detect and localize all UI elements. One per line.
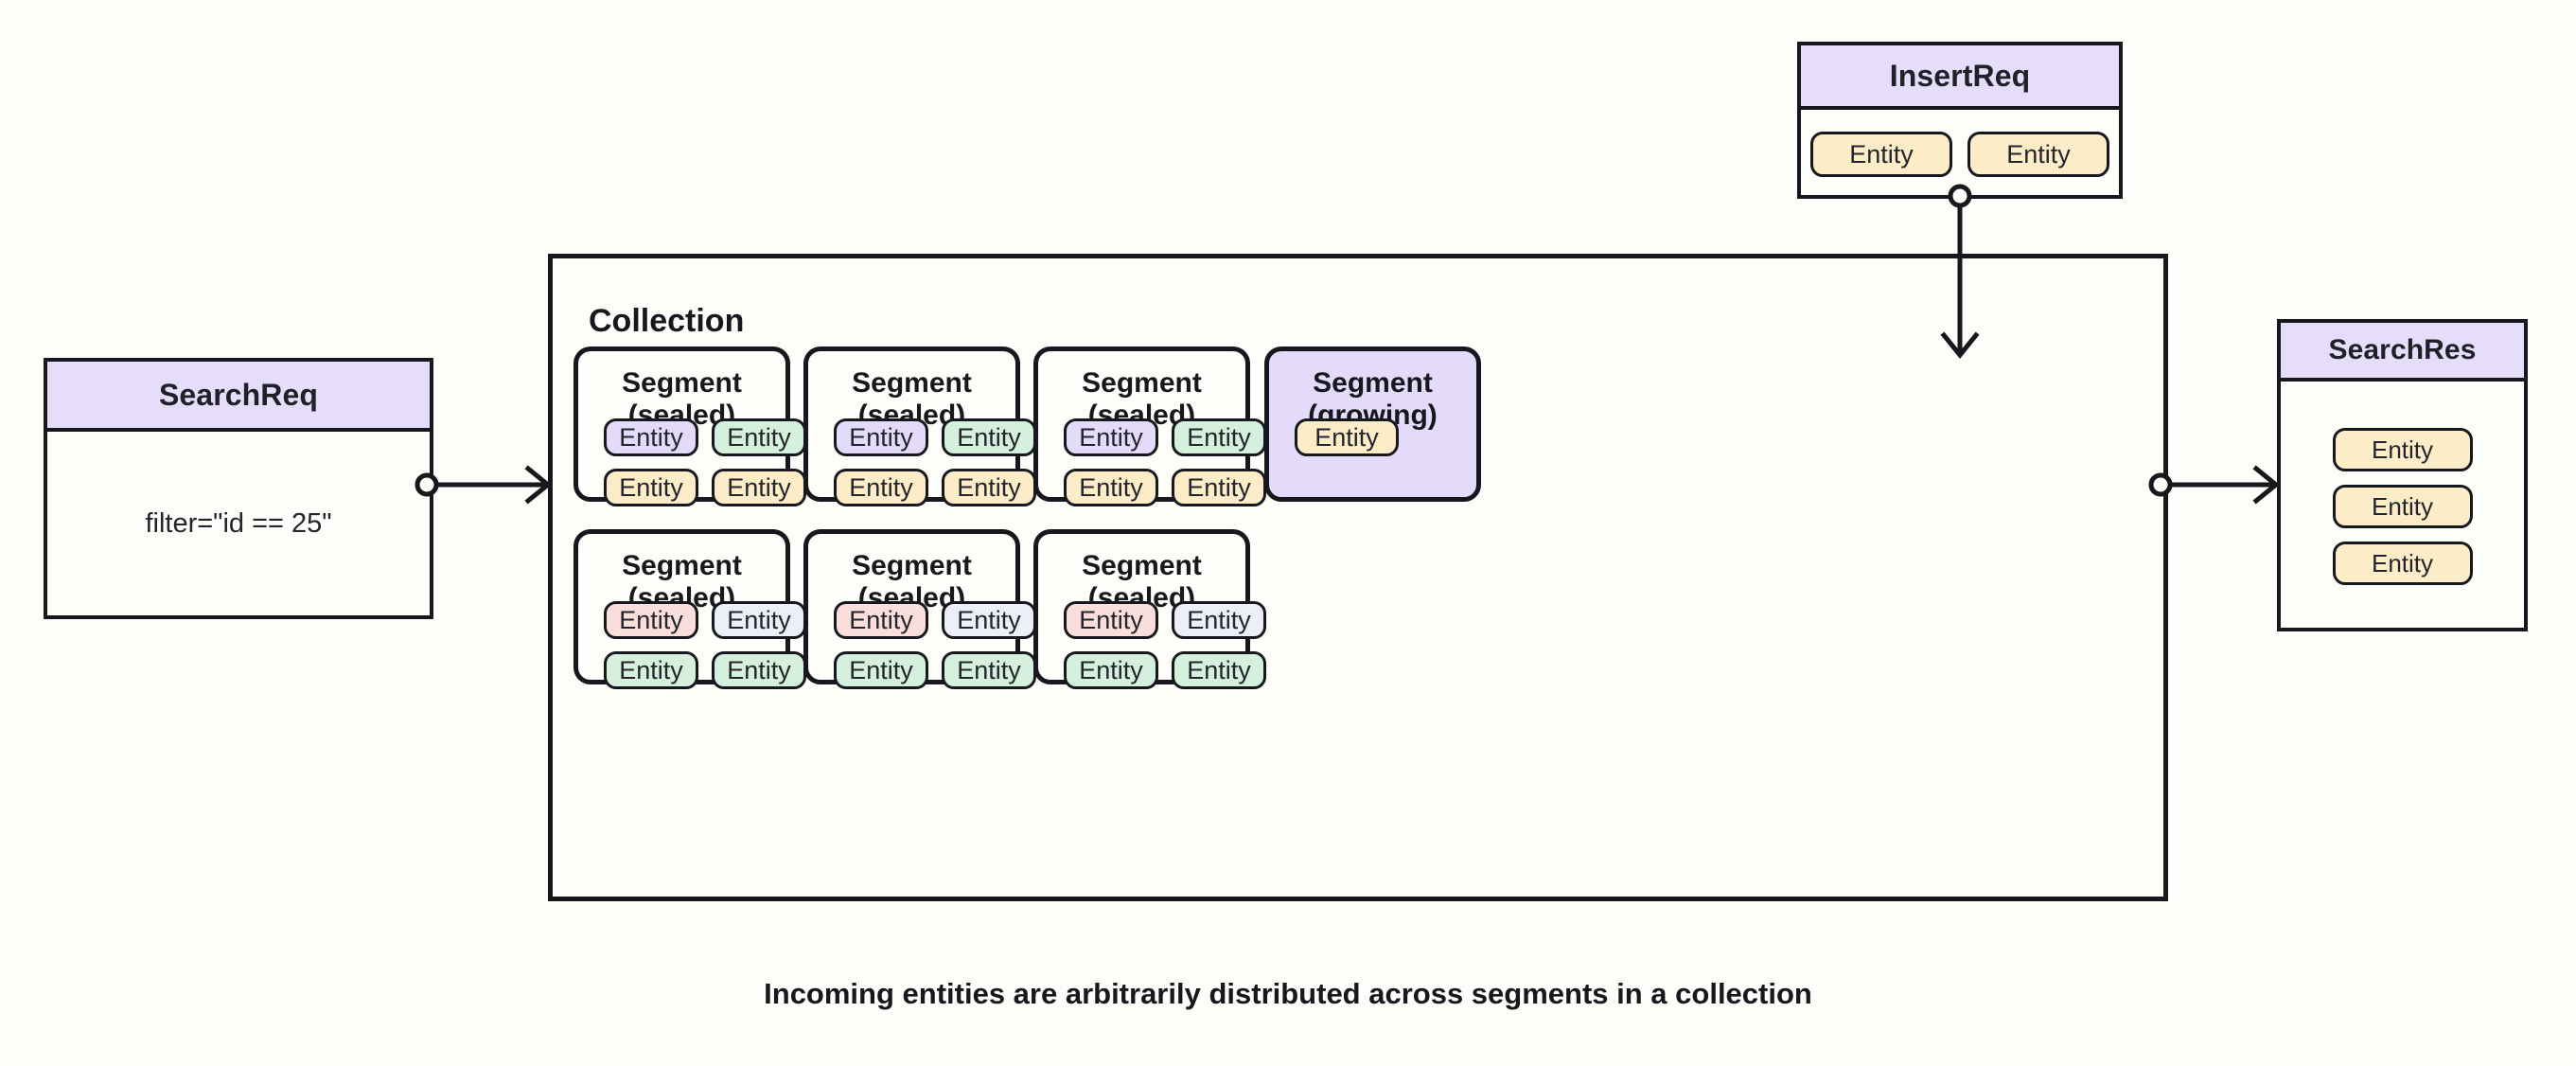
searchreq-body: filter="id == 25" [47,432,430,615]
entity-chip[interactable]: Entity [604,651,698,689]
diagram-canvas: SearchReq filter="id == 25" InsertReq En… [0,0,2576,1066]
entity-chip[interactable]: Entity [942,651,1036,689]
entity-chip[interactable]: Entity [834,601,928,639]
searchres-node[interactable]: SearchRes Entity Entity Entity [2277,319,2528,631]
entity-chip[interactable]: Entity [1064,469,1158,506]
insertreq-title: InsertReq [1801,45,2119,110]
segment-sealed[interactable]: Segment (sealed) Entity Entity Entity Entity [1033,346,1266,506]
connector-searchreq-to-collection [415,465,552,505]
searchreq-title: SearchReq [47,362,430,432]
entity-chip[interactable]: Entity [604,601,698,639]
entity-chip[interactable]: Entity [1064,601,1158,639]
entity-chip[interactable]: Entity [712,601,806,639]
segment-sealed[interactable]: Segment (sealed) Entity Entity Entity Entity [573,529,806,689]
entity-chip[interactable]: Entity [942,469,1036,506]
segment-sealed[interactable]: Segment (sealed) Entity Entity Entity Entity [1033,529,1266,689]
searchreq-filter-text: filter="id == 25" [145,507,332,539]
segment-growing[interactable]: Segment (growing) Entity [1264,346,1481,502]
entity-chip[interactable]: Entity [712,469,806,506]
segment-entity-grid: Entity [1295,418,1399,456]
entity-chip[interactable]: Entity [2332,542,2473,585]
entity-chip[interactable]: Entity [834,469,928,506]
entity-chip[interactable]: Entity [942,601,1036,639]
searchres-title: SearchRes [2281,323,2524,382]
entity-chip[interactable]: Entity [604,469,698,506]
insertreq-node[interactable]: InsertReq Entity Entity [1797,42,2123,199]
segment-sealed[interactable]: Segment (sealed) Entity Entity Entity Entity [573,346,806,506]
connector-start-dot [415,472,439,497]
entity-chip[interactable]: Entity [834,418,928,456]
searchres-entity-list: Entity Entity Entity [2281,382,2524,631]
segment-sealed[interactable]: Segment (sealed) Entity Entity Entity Entity [803,529,1036,689]
entity-chip[interactable]: Entity [2332,485,2473,528]
collection-container[interactable]: Collection Segment (sealed) Entity Entity E… [548,254,2168,901]
entity-chip[interactable]: Entity [1172,469,1266,506]
segment-entity-grid: Entity Entity Entity Entity [1064,418,1266,506]
segment-entity-grid: Entity Entity Entity Entity [834,418,1036,506]
entity-chip[interactable]: Entity [1172,601,1266,639]
entity-chip[interactable]: Entity [604,418,698,456]
entity-chip[interactable]: Entity [1295,418,1399,456]
segment-entity-grid: Entity Entity Entity Entity [834,601,1036,689]
entity-chip[interactable]: Entity [712,651,806,689]
collection-label: Collection [589,303,745,339]
entity-chip[interactable]: Entity [2332,428,2473,471]
entity-chip[interactable]: Entity [1172,651,1266,689]
entity-chip[interactable]: Entity [712,418,806,456]
entity-chip[interactable]: Entity [1064,418,1158,456]
segment-entity-grid: Entity Entity Entity Entity [1064,601,1266,689]
entity-chip[interactable]: Entity [1064,651,1158,689]
connector-insertreq-to-growing-segment [1940,184,1980,359]
segment-entity-grid: Entity Entity Entity Entity [604,601,806,689]
connector-start-dot [1948,184,1972,208]
entity-chip[interactable]: Entity [834,651,928,689]
connector-start-dot [2148,472,2173,497]
entity-chip[interactable]: Entity [1172,418,1266,456]
entity-chip[interactable]: Entity [1810,132,1952,177]
segment-sealed[interactable]: Segment (sealed) Entity Entity Entity Entity [803,346,1036,506]
searchreq-node[interactable]: SearchReq filter="id == 25" [44,358,433,619]
entity-chip[interactable]: Entity [942,418,1036,456]
diagram-caption: Incoming entities are arbitrarily distri… [764,977,1812,1010]
connector-collection-to-searchres [2148,465,2280,505]
segment-entity-grid: Entity Entity Entity Entity [604,418,806,506]
entity-chip[interactable]: Entity [1967,132,2109,177]
